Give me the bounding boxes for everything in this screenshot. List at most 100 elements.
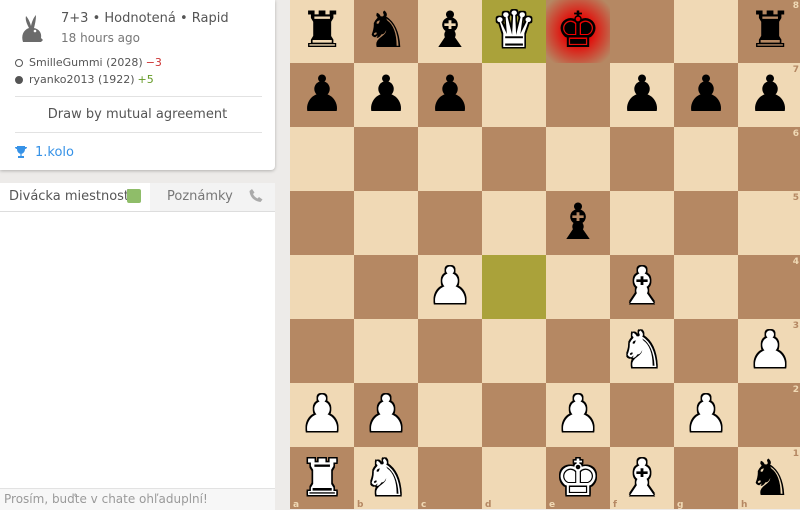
square-c8[interactable]: ♝ — [418, 0, 482, 63]
white-pawn-icon[interactable]: ♟ — [738, 319, 800, 383]
square-g5[interactable] — [674, 191, 738, 255]
black-player-row[interactable]: ryanko2013 (1922) +5 — [15, 73, 154, 86]
square-b7[interactable]: ♟ — [354, 63, 418, 127]
square-h6[interactable]: 6 — [738, 127, 800, 191]
square-h7[interactable]: ♟ 7 — [738, 63, 800, 127]
square-e8[interactable]: ♚ — [546, 0, 610, 63]
square-a4[interactable] — [290, 255, 354, 319]
black-king-icon[interactable]: ♚ — [546, 0, 610, 63]
white-king-icon[interactable]: ♚ — [546, 447, 610, 509]
black-pawn-icon[interactable]: ♟ — [674, 63, 738, 127]
square-b2[interactable]: ♟ — [354, 383, 418, 447]
square-f6[interactable] — [610, 127, 674, 191]
square-g6[interactable] — [674, 127, 738, 191]
white-queen-icon[interactable]: ♛ — [482, 0, 546, 63]
white-knight-icon[interactable]: ♞ — [610, 319, 674, 383]
square-e4[interactable] — [546, 255, 610, 319]
chess-board[interactable]: ♜ ♞ ♝ ♛ ♚ ♜ 8 ♟ ♟ ♟ ♟ ♟ ♟ 7 6 ♝ 5 ♟ ♝ 4 ♞ ♟ 3 ♟ ♟ ♟ ♟ 2 ♜ a ♞ b c d ♚ e ♝ f g ♞… — [290, 0, 800, 509]
white-rook-icon[interactable]: ♜ — [290, 447, 354, 509]
square-e5[interactable]: ♝ — [546, 191, 610, 255]
square-b6[interactable] — [354, 127, 418, 191]
round-link[interactable]: 1.kolo — [13, 144, 74, 160]
round-link-label[interactable]: 1.kolo — [35, 145, 74, 160]
white-pawn-icon[interactable]: ♟ — [418, 255, 482, 319]
square-h8[interactable]: ♜ 8 — [738, 0, 800, 63]
square-a2[interactable]: ♟ — [290, 383, 354, 447]
square-c4[interactable]: ♟ — [418, 255, 482, 319]
square-f1[interactable]: ♝ f — [610, 447, 674, 509]
square-g1[interactable]: g — [674, 447, 738, 509]
square-a6[interactable] — [290, 127, 354, 191]
square-c3[interactable] — [418, 319, 482, 383]
square-d1[interactable]: d — [482, 447, 546, 509]
square-f5[interactable] — [610, 191, 674, 255]
black-rook-icon[interactable]: ♜ — [738, 0, 800, 63]
black-pawn-icon[interactable]: ♟ — [738, 63, 800, 127]
square-g8[interactable] — [674, 0, 738, 63]
black-rook-icon[interactable]: ♜ — [290, 0, 354, 63]
square-d2[interactable] — [482, 383, 546, 447]
square-d8[interactable]: ♛ — [482, 0, 546, 63]
white-player-name[interactable]: SmilleGummi (2028) — [29, 56, 143, 69]
black-pawn-icon[interactable]: ♟ — [290, 63, 354, 127]
white-pawn-icon[interactable]: ♟ — [674, 383, 738, 447]
black-player-name[interactable]: ryanko2013 (1922) — [29, 73, 135, 86]
square-d5[interactable] — [482, 191, 546, 255]
white-bishop-icon[interactable]: ♝ — [610, 255, 674, 319]
square-a1[interactable]: ♜ a — [290, 447, 354, 509]
square-f2[interactable] — [610, 383, 674, 447]
white-pawn-icon[interactable]: ♟ — [546, 383, 610, 447]
chat-input-placeholder[interactable]: Prosím, buďte v chate ohľaduplní! — [4, 492, 208, 506]
square-f3[interactable]: ♞ — [610, 319, 674, 383]
square-b5[interactable] — [354, 191, 418, 255]
square-g3[interactable] — [674, 319, 738, 383]
square-c5[interactable] — [418, 191, 482, 255]
white-player-row[interactable]: SmilleGummi (2028) −3 — [15, 56, 162, 69]
square-g4[interactable] — [674, 255, 738, 319]
white-bishop-icon[interactable]: ♝ — [610, 447, 674, 509]
chat-toggle-checkbox[interactable] — [127, 189, 141, 203]
square-h4[interactable]: 4 — [738, 255, 800, 319]
black-knight-icon[interactable]: ♞ — [354, 0, 418, 63]
white-pawn-icon[interactable]: ♟ — [354, 383, 418, 447]
phone-icon[interactable] — [247, 187, 265, 205]
square-e3[interactable] — [546, 319, 610, 383]
black-pawn-icon[interactable]: ♟ — [354, 63, 418, 127]
square-f8[interactable] — [610, 0, 674, 63]
square-f7[interactable]: ♟ — [610, 63, 674, 127]
square-a5[interactable] — [290, 191, 354, 255]
square-b3[interactable] — [354, 319, 418, 383]
square-b8[interactable]: ♞ — [354, 0, 418, 63]
white-pawn-icon[interactable]: ♟ — [290, 383, 354, 447]
black-pawn-icon[interactable]: ♟ — [418, 63, 482, 127]
square-d7[interactable] — [482, 63, 546, 127]
white-knight-icon[interactable]: ♞ — [354, 447, 418, 509]
square-a7[interactable]: ♟ — [290, 63, 354, 127]
square-e7[interactable] — [546, 63, 610, 127]
tab-spectator-room-label[interactable]: Divácka miestnosť — [9, 189, 129, 204]
tab-spectator-room[interactable]: Divácka miestnosť — [0, 183, 150, 211]
square-e2[interactable]: ♟ — [546, 383, 610, 447]
square-e1[interactable]: ♚ e — [546, 447, 610, 509]
square-b1[interactable]: ♞ b — [354, 447, 418, 509]
square-e6[interactable] — [546, 127, 610, 191]
square-a8[interactable]: ♜ — [290, 0, 354, 63]
square-h2[interactable]: 2 — [738, 383, 800, 447]
square-c2[interactable] — [418, 383, 482, 447]
square-b4[interactable] — [354, 255, 418, 319]
chat-input[interactable]: Prosím, buďte v chate ohľaduplní! — [0, 488, 275, 510]
square-h3[interactable]: ♟ 3 — [738, 319, 800, 383]
square-c1[interactable]: c — [418, 447, 482, 509]
tab-notes[interactable]: Poznámky — [167, 189, 233, 204]
square-a3[interactable] — [290, 319, 354, 383]
square-d6[interactable] — [482, 127, 546, 191]
square-d3[interactable] — [482, 319, 546, 383]
square-h1[interactable]: ♞ 1 h — [738, 447, 800, 509]
square-f4[interactable]: ♝ — [610, 255, 674, 319]
square-h5[interactable]: 5 — [738, 191, 800, 255]
square-c7[interactable]: ♟ — [418, 63, 482, 127]
square-g2[interactable]: ♟ — [674, 383, 738, 447]
black-bishop-icon[interactable]: ♝ — [546, 191, 610, 255]
square-g7[interactable]: ♟ — [674, 63, 738, 127]
black-bishop-icon[interactable]: ♝ — [418, 0, 482, 63]
